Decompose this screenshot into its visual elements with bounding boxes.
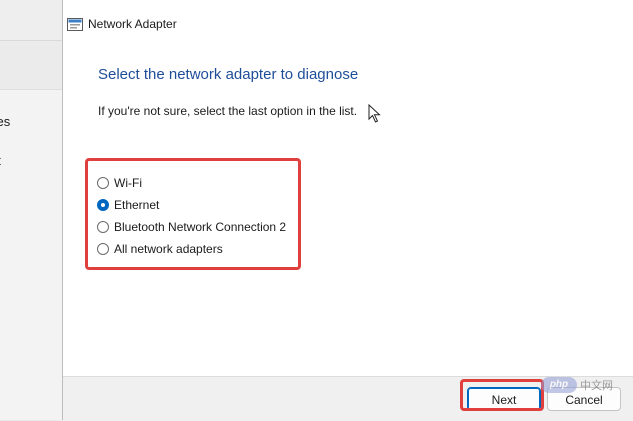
next-button-highlight-box (460, 379, 544, 411)
network-adapter-dialog: Network Adapter Select the network adapt… (62, 0, 633, 421)
background-item-fragment[interactable]: et (0, 153, 1, 168)
watermark: php 中文网 (541, 377, 613, 393)
radio-button[interactable] (97, 243, 109, 255)
adapter-options-list: Wi-Fi Ethernet Bluetooth Network Connect… (97, 172, 286, 260)
background-toolbar (0, 0, 62, 41)
option-wifi[interactable]: Wi-Fi (97, 172, 286, 194)
watermark-logo: php (541, 377, 577, 393)
option-ethernet[interactable]: Ethernet (97, 194, 286, 216)
radio-button[interactable] (97, 221, 109, 233)
radio-button-selected[interactable] (97, 199, 109, 211)
background-item-fragment[interactable]: ces (0, 114, 10, 129)
option-label: All network adapters (114, 242, 223, 256)
dialog-titlebar: Network Adapter (63, 0, 633, 46)
background-header (0, 41, 62, 90)
page-heading: Select the network adapter to diagnose (98, 66, 359, 83)
dialog-title: Network Adapter (88, 17, 177, 31)
watermark-text: 中文网 (580, 380, 613, 392)
option-label: Wi-Fi (114, 176, 142, 190)
instruction-text: If you're not sure, select the last opti… (98, 104, 358, 118)
option-label: Bluetooth Network Connection 2 (114, 220, 287, 234)
background-window: ces et (0, 0, 63, 420)
option-all-network-adapters[interactable]: All network adapters (97, 238, 286, 260)
option-bluetooth-network-connection-2[interactable]: Bluetooth Network Connection 2 (97, 216, 286, 238)
radio-button[interactable] (97, 177, 109, 189)
mouse-cursor-icon (368, 104, 381, 123)
network-troubleshooter-icon (67, 18, 83, 31)
option-label: Ethernet (114, 198, 160, 212)
